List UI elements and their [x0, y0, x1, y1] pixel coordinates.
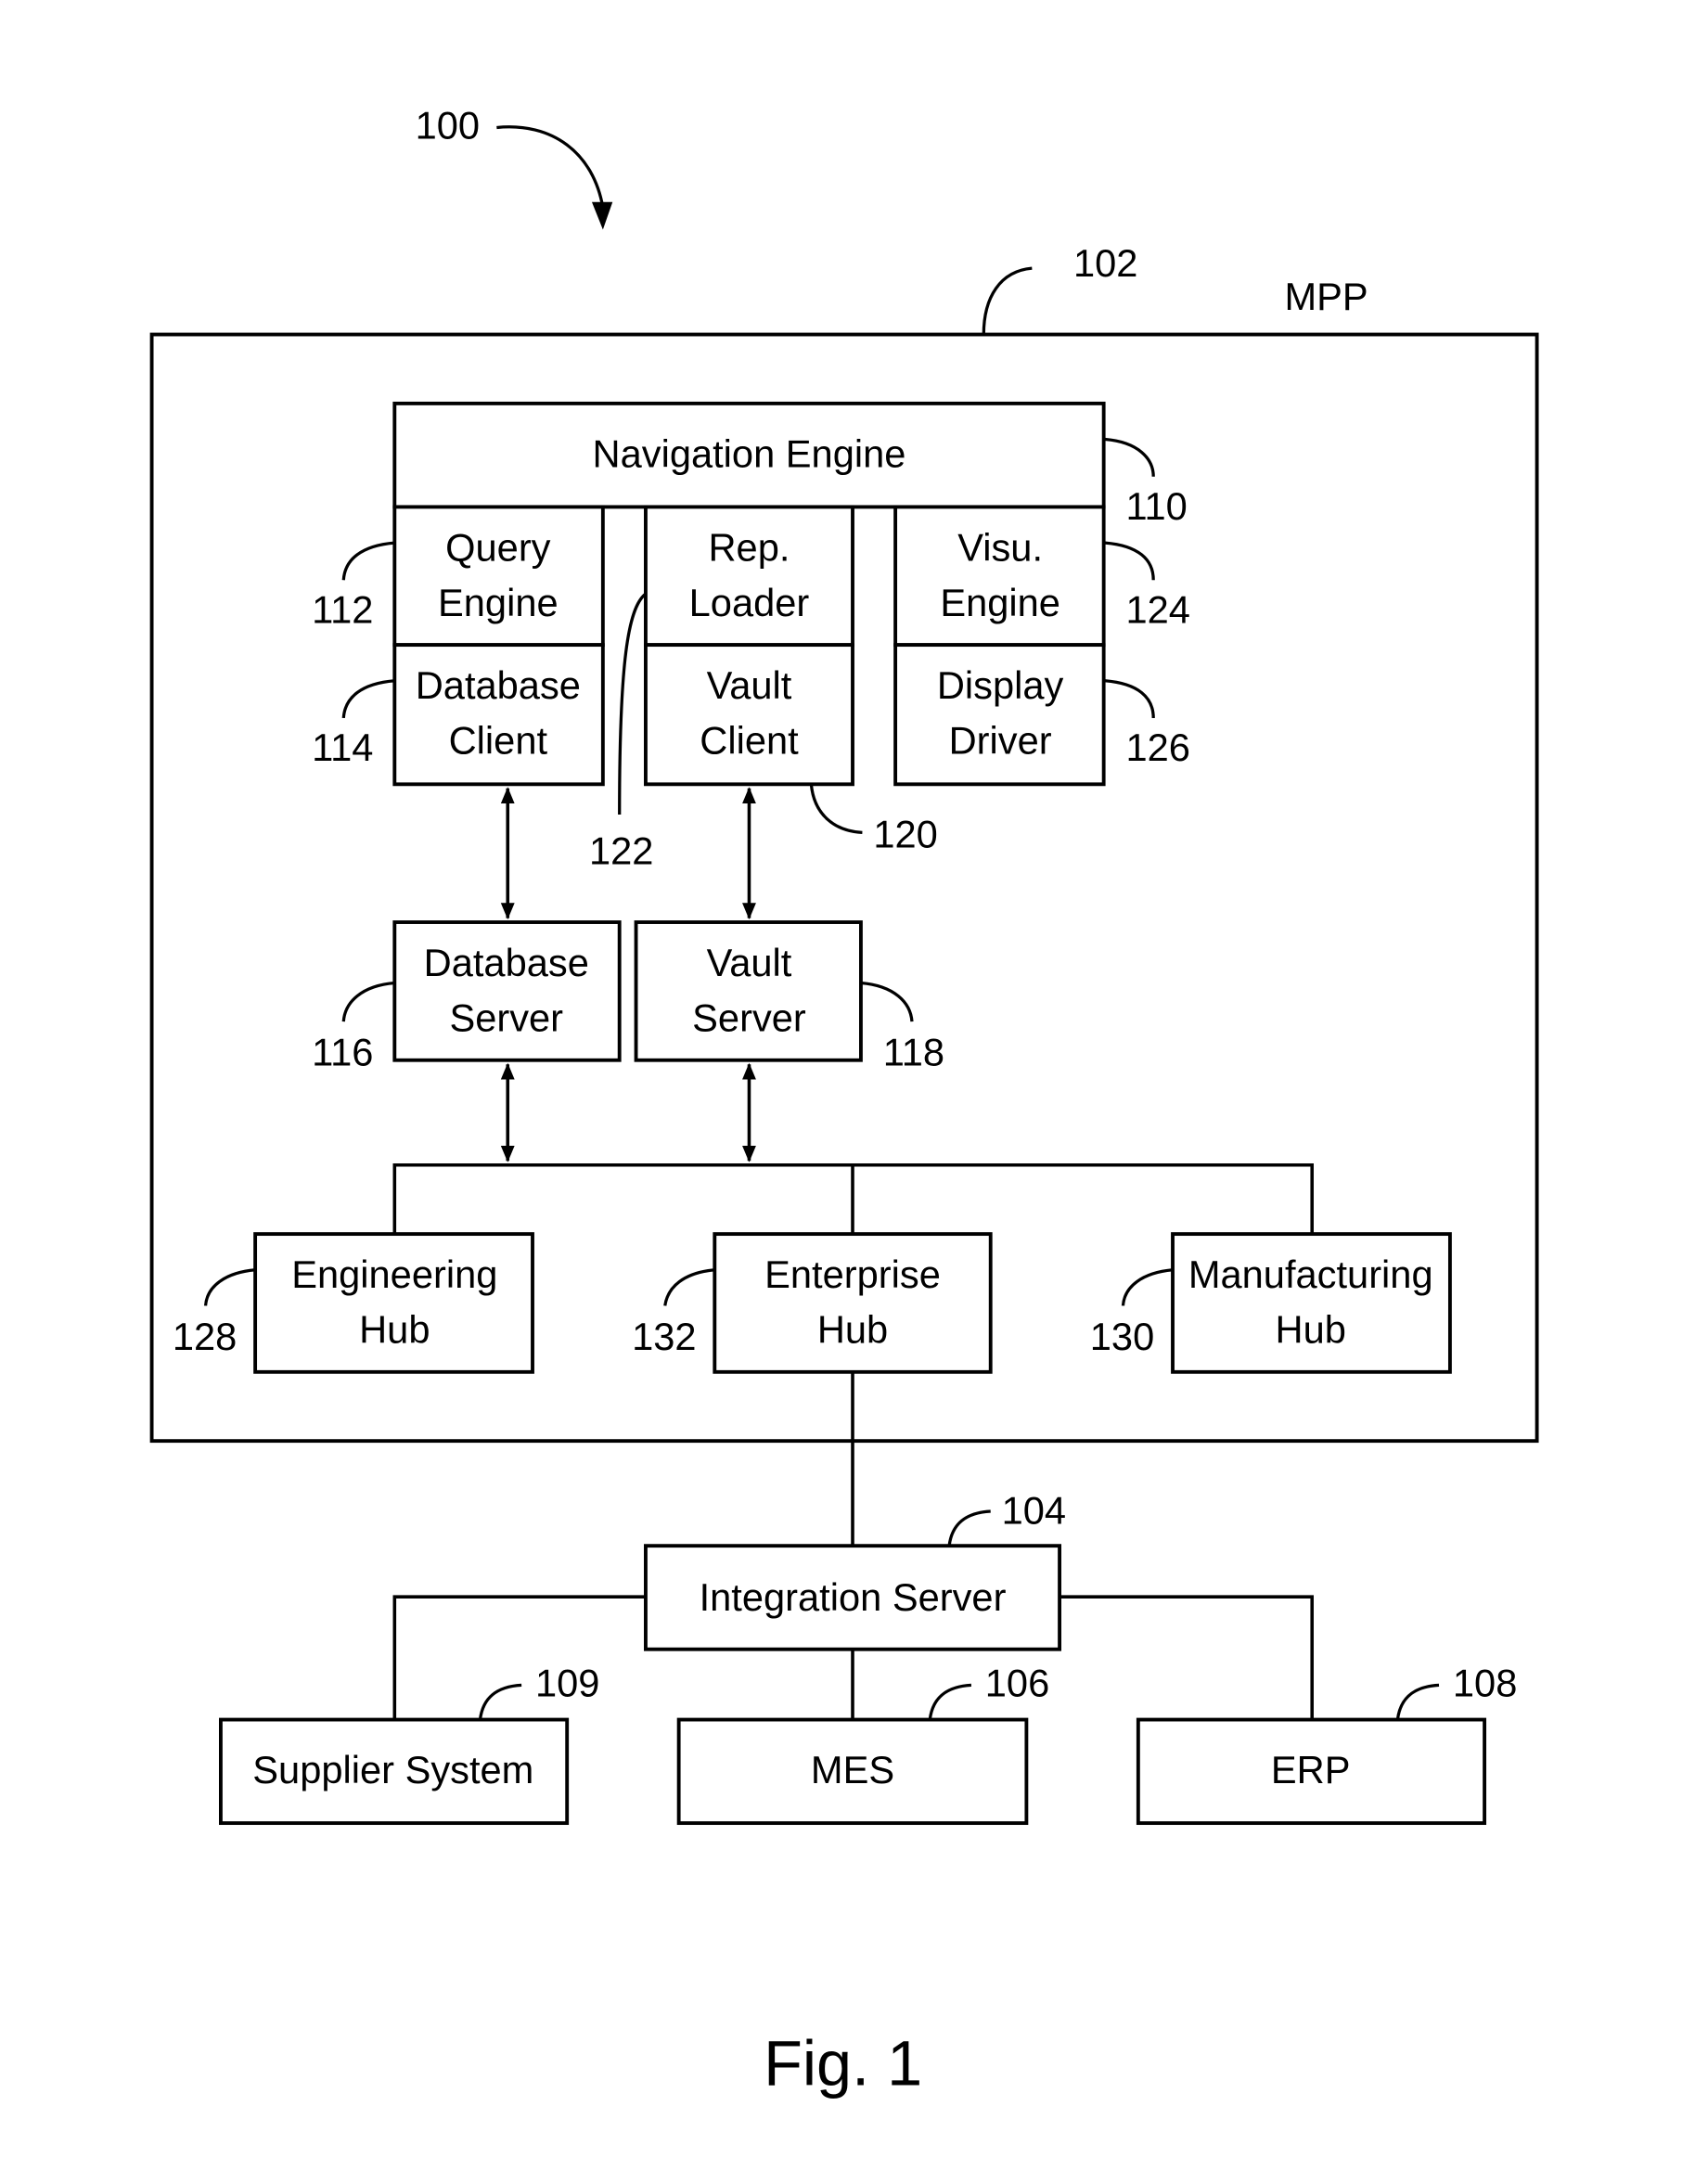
- mes: MES 106: [676, 1661, 1049, 1826]
- rep-loader-label-2: Loader: [689, 581, 810, 624]
- rep-loader-ref: 122: [589, 829, 653, 873]
- navigation-engine-label: Navigation Engine: [593, 431, 906, 475]
- integration-server-label: Integration Server: [700, 1575, 1007, 1619]
- navigation-engine-ref: 110: [1125, 484, 1187, 528]
- system-ref-arrowhead: [591, 201, 613, 230]
- display-driver-ref: 126: [1125, 725, 1189, 769]
- integration-server: Integration Server 104: [644, 1488, 1066, 1651]
- erp-label: ERP: [1271, 1748, 1351, 1791]
- vault-server-label-2: Server: [692, 996, 806, 1040]
- supplier-system-leader: [478, 1683, 522, 1720]
- display-driver-label-2: Driver: [949, 719, 1052, 763]
- database-client-label-1: Database: [416, 663, 581, 707]
- mes-leader: [928, 1683, 971, 1720]
- manufacturing-hub-label-2: Hub: [1276, 1308, 1346, 1352]
- supplier-system-label: Supplier System: [252, 1748, 533, 1791]
- system-ref-label: 100: [416, 103, 480, 147]
- database-server-ref: 116: [312, 1031, 373, 1074]
- vault-client-ref: 120: [873, 813, 937, 856]
- vault-client-label-2: Client: [700, 719, 799, 763]
- enterprise-hub-label-2: Hub: [817, 1308, 888, 1352]
- vault-server-label-1: Vault: [707, 941, 792, 984]
- manufacturing-hub-ref: 130: [1090, 1315, 1154, 1358]
- visu-engine-label-2: Engine: [940, 581, 1060, 624]
- mes-label: MES: [811, 1748, 894, 1791]
- engineering-hub-label-1: Engineering: [291, 1252, 497, 1296]
- engineering-hub-label-2: Hub: [359, 1308, 430, 1352]
- visu-engine-ref: 124: [1125, 587, 1189, 631]
- database-server-label-1: Database: [424, 941, 589, 984]
- system-ref-arrow: [496, 125, 605, 209]
- manufacturing-hub-label-1: Manufacturing: [1188, 1252, 1433, 1296]
- integration-server-ref: 104: [1002, 1488, 1066, 1532]
- query-engine-ref: 112: [312, 587, 373, 631]
- enterprise-hub-ref: 132: [632, 1315, 696, 1358]
- platform-leader: [982, 266, 1033, 335]
- integration-server-leader: [947, 1509, 991, 1547]
- database-client-label-2: Client: [449, 719, 548, 763]
- visu-engine-label-1: Visu.: [957, 525, 1043, 569]
- supplier-system: Supplier System 109: [218, 1661, 599, 1826]
- erp-leader: [1395, 1683, 1440, 1720]
- integration-supplier-link: [392, 1595, 646, 1720]
- system-diagram: 100 102 MPP Navigation Engine 110 Query …: [149, 103, 1539, 2099]
- platform-name-label: MPP: [1284, 275, 1368, 318]
- supplier-system-ref: 109: [535, 1661, 599, 1704]
- figure-caption: Fig. 1: [764, 2029, 922, 2099]
- erp: ERP 108: [1136, 1661, 1517, 1826]
- query-engine-label-1: Query: [445, 525, 551, 569]
- mes-ref: 106: [985, 1661, 1049, 1704]
- platform-ref-label: 102: [1073, 241, 1137, 285]
- vault-server-ref: 118: [883, 1031, 944, 1074]
- engineering-hub-ref: 128: [173, 1315, 237, 1358]
- display-driver-label-1: Display: [937, 663, 1064, 707]
- erp-ref: 108: [1453, 1661, 1517, 1704]
- database-server-label-2: Server: [449, 996, 563, 1040]
- integration-erp-link: [1059, 1595, 1314, 1720]
- rep-loader-label-1: Rep.: [709, 525, 790, 569]
- vault-client-label-1: Vault: [707, 663, 792, 707]
- query-engine-label-2: Engine: [438, 581, 559, 624]
- enterprise-hub-label-1: Enterprise: [764, 1252, 941, 1296]
- database-client-ref: 114: [312, 725, 373, 769]
